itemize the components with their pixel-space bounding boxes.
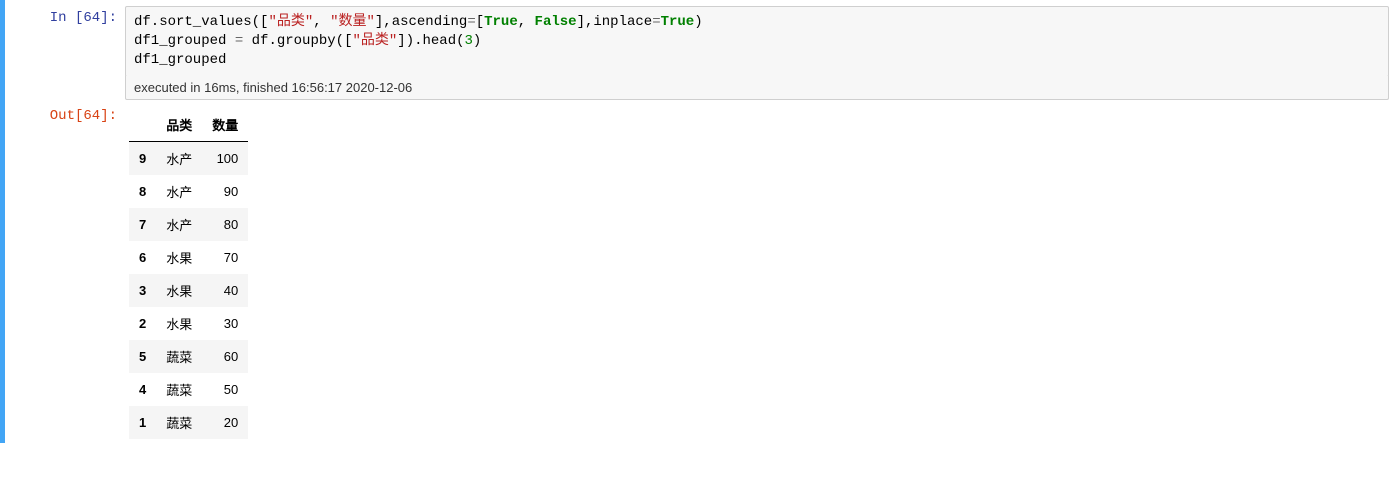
cell-quantity: 80	[202, 208, 248, 241]
cell-quantity: 40	[202, 274, 248, 307]
cell-quantity: 50	[202, 373, 248, 406]
execution-info: executed in 16ms, finished 16:56:17 2020…	[125, 76, 1389, 100]
cell-category: 蔬菜	[156, 340, 202, 373]
row-index: 5	[129, 340, 156, 373]
cell-quantity: 70	[202, 241, 248, 274]
table-body: 9水产1008水产907水产806水果703水果402水果305蔬菜604蔬菜5…	[129, 141, 248, 439]
table-row: 8水产90	[129, 175, 248, 208]
row-index: 2	[129, 307, 156, 340]
table-header-row: 品类 数量	[129, 108, 248, 142]
cell-quantity: 90	[202, 175, 248, 208]
exec-info-row: executed in 16ms, finished 16:56:17 2020…	[5, 76, 1397, 100]
input-prompt: In [64]:	[5, 6, 125, 77]
cell-quantity: 100	[202, 141, 248, 175]
cell-category: 水产	[156, 175, 202, 208]
notebook-cell: In [64]: df.sort_values(["品类", "数量"],asc…	[0, 0, 1397, 443]
row-index: 7	[129, 208, 156, 241]
table-row: 4蔬菜50	[129, 373, 248, 406]
output-prompt: Out[64]:	[5, 104, 125, 439]
input-row: In [64]: df.sort_values(["品类", "数量"],asc…	[5, 4, 1397, 77]
row-index: 9	[129, 141, 156, 175]
col-header-quantity: 数量	[202, 108, 248, 142]
cell-category: 水果	[156, 307, 202, 340]
exec-prompt-spacer	[5, 76, 125, 100]
cell-quantity: 30	[202, 307, 248, 340]
cell-category: 水产	[156, 141, 202, 175]
cell-category: 蔬菜	[156, 406, 202, 439]
table-row: 3水果40	[129, 274, 248, 307]
table-row: 7水产80	[129, 208, 248, 241]
cell-category: 水果	[156, 241, 202, 274]
cell-category: 水果	[156, 274, 202, 307]
row-index: 4	[129, 373, 156, 406]
output-area: 品类 数量 9水产1008水产907水产806水果703水果402水果305蔬菜…	[125, 104, 1389, 439]
row-index: 8	[129, 175, 156, 208]
table-row: 5蔬菜60	[129, 340, 248, 373]
row-index: 3	[129, 274, 156, 307]
table-row: 2水果30	[129, 307, 248, 340]
cell-quantity: 60	[202, 340, 248, 373]
dataframe-table: 品类 数量 9水产1008水产907水产806水果703水果402水果305蔬菜…	[129, 108, 248, 439]
code-input[interactable]: df.sort_values(["品类", "数量"],ascending=[T…	[125, 6, 1389, 77]
table-row: 1蔬菜20	[129, 406, 248, 439]
cell-category: 水产	[156, 208, 202, 241]
output-row: Out[64]: 品类 数量 9水产1008水产907水产806水果703水果4…	[5, 100, 1397, 439]
row-index: 6	[129, 241, 156, 274]
table-row: 6水果70	[129, 241, 248, 274]
cell-quantity: 20	[202, 406, 248, 439]
table-row: 9水产100	[129, 141, 248, 175]
col-header-category: 品类	[156, 108, 202, 142]
cell-category: 蔬菜	[156, 373, 202, 406]
row-index: 1	[129, 406, 156, 439]
index-header	[129, 108, 156, 142]
